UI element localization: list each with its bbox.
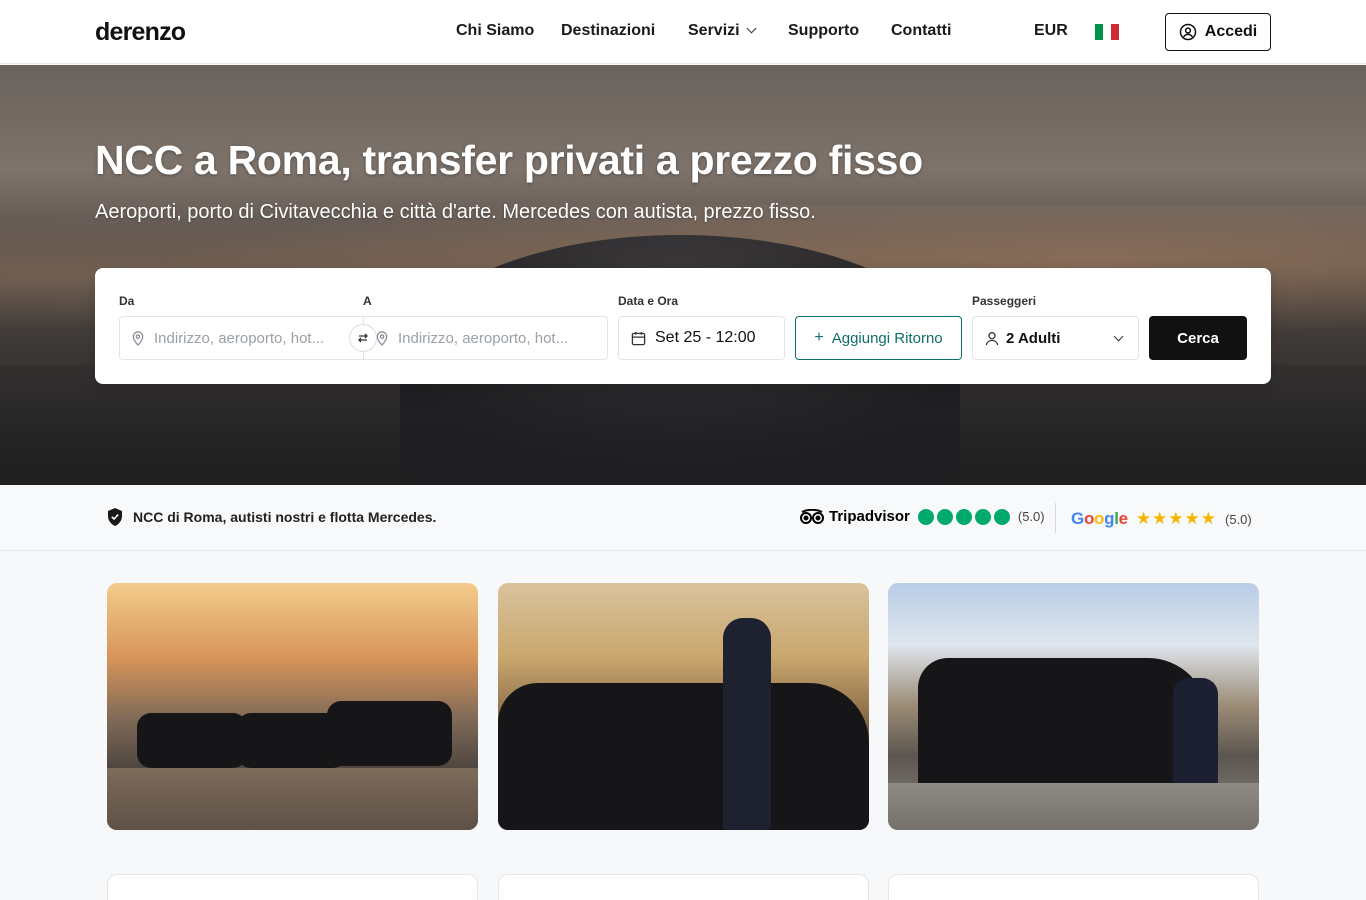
van-shape xyxy=(918,658,1208,798)
login-label: Accedi xyxy=(1204,23,1258,40)
feature-card xyxy=(107,874,478,900)
booking-search-panel: Da A Data e Ora Passeggeri Indirizzo, ae… xyxy=(95,268,1271,384)
trust-tagline: NCC di Roma, autisti nostri e flotta Mer… xyxy=(133,509,437,525)
sedan-shape xyxy=(498,683,869,830)
to-label: A xyxy=(363,294,372,308)
google-score: (5.0) xyxy=(1225,511,1252,527)
tripadvisor-bubbles xyxy=(917,508,1010,525)
site-header: derenzo Chi Siamo Destinazioni Servizi S… xyxy=(0,0,1366,64)
luggage-van-photo[interactable] xyxy=(888,583,1259,830)
rating-bubble xyxy=(993,508,1010,525)
user-icon xyxy=(985,331,999,345)
swap-locations-button[interactable] xyxy=(349,324,377,352)
rating-bubble xyxy=(917,508,934,525)
nav-servizi-label: Servizi xyxy=(688,22,740,39)
from-placeholder: Indirizzo, aeroporto, hot... xyxy=(154,329,325,347)
italy-flag-icon[interactable] xyxy=(1095,24,1119,40)
nav-contatti[interactable]: Contatti xyxy=(891,22,951,40)
tripadvisor-logo: Tripadvisor xyxy=(799,508,910,525)
swap-arrows-icon xyxy=(358,333,368,343)
location-pin-icon xyxy=(132,330,144,346)
google-rating[interactable]: Google ★★★★★ (5.0) xyxy=(1071,509,1252,529)
trust-bar: NCC di Roma, autisti nostri e flotta Mer… xyxy=(0,485,1366,551)
tripadvisor-brand: Tripadvisor xyxy=(829,508,910,525)
rating-bubble xyxy=(955,508,972,525)
google-stars: ★★★★★ xyxy=(1135,509,1218,528)
van-shape xyxy=(327,701,452,766)
rating-divider xyxy=(1055,503,1056,533)
date-label: Data e Ora xyxy=(618,294,679,308)
nav-servizi[interactable]: Servizi xyxy=(688,22,757,40)
date-time-value: Set 25 - 12:00 xyxy=(655,329,756,346)
plus-icon: + xyxy=(814,329,824,346)
chevron-down-icon xyxy=(746,23,757,34)
street-ground xyxy=(888,783,1259,830)
trust-tagline-group: NCC di Roma, autisti nostri e flotta Mer… xyxy=(107,508,436,526)
user-circle-icon xyxy=(1179,23,1197,41)
date-time-input[interactable]: Set 25 - 12:00 xyxy=(618,316,785,360)
location-pin-icon xyxy=(376,330,388,346)
chauffeur-hotel-photo[interactable] xyxy=(498,583,869,830)
hero-title: NCC a Roma, transfer privati a prezzo fi… xyxy=(95,137,923,183)
rating-bubble xyxy=(936,508,953,525)
nav-supporto[interactable]: Supporto xyxy=(788,22,859,40)
passengers-select-value-group: 2 Adulti xyxy=(973,330,1060,347)
tripadvisor-rating[interactable]: Tripadvisor (5.0) xyxy=(799,508,1045,525)
calendar-icon xyxy=(631,331,646,345)
from-label: Da xyxy=(119,294,135,308)
add-return-label: Aggiungi Ritorno xyxy=(831,329,943,347)
tripadvisor-score: (5.0) xyxy=(1017,509,1045,524)
add-return-button[interactable]: + Aggiungi Ritorno xyxy=(795,316,962,360)
cobblestone-road xyxy=(107,768,478,830)
tripadvisor-owl-icon xyxy=(800,508,824,524)
passengers-value: 2 Adulti xyxy=(1006,329,1061,347)
currency-selector[interactable]: EUR xyxy=(1034,22,1068,40)
login-button[interactable]: Accedi xyxy=(1165,13,1271,51)
chevron-down-icon xyxy=(1113,331,1124,341)
passengers-label: Passeggeri xyxy=(972,294,1037,308)
feature-card xyxy=(888,874,1259,900)
fleet-photo-appia[interactable] xyxy=(107,583,478,830)
from-input[interactable]: Indirizzo, aeroporto, hot... xyxy=(120,330,363,347)
logo[interactable]: derenzo xyxy=(95,18,186,47)
search-button[interactable]: Cerca xyxy=(1149,316,1247,360)
nav-destinazioni[interactable]: Destinazioni xyxy=(561,22,655,40)
feature-card xyxy=(498,874,869,900)
nav-chi-siamo[interactable]: Chi Siamo xyxy=(456,22,534,40)
passengers-select[interactable]: 2 Adulti xyxy=(972,316,1139,360)
rating-bubble xyxy=(974,508,991,525)
hero-subtitle: Aeroporti, porto di Civitavecchia e citt… xyxy=(95,201,816,223)
to-placeholder: Indirizzo, aeroporto, hot... xyxy=(398,329,569,347)
shield-check-icon xyxy=(108,508,122,526)
car-shape xyxy=(137,713,247,768)
google-logo: Google xyxy=(1071,509,1128,528)
to-input[interactable]: Indirizzo, aeroporto, hot... xyxy=(364,330,607,347)
chauffeur-figure xyxy=(723,618,771,830)
